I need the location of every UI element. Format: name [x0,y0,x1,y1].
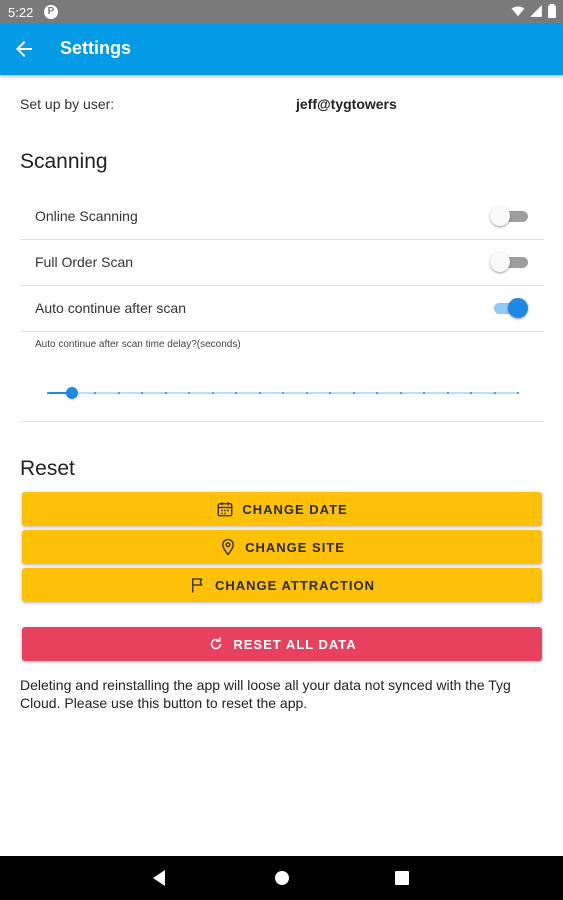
toggle-label: Full Order Scan [35,254,134,270]
section-divider [20,421,544,422]
status-time: 5:22 [8,5,34,20]
toggle-row-online-scanning[interactable]: Online Scanning [20,193,544,240]
slider-tick [376,392,378,394]
system-icons [511,4,557,18]
system-navigation-bar [0,856,563,900]
cellular-signal-icon [530,5,542,17]
slider-tick [399,392,402,394]
toggle-row-full-order-scan[interactable]: Full Order Scan [20,239,544,286]
slider-tick [258,392,261,394]
full-order-scan-switch[interactable] [490,252,528,272]
toggle-label: Online Scanning [35,208,138,224]
slider-tick [423,392,425,394]
flag-icon [192,578,203,593]
slider-tick [517,392,519,394]
slider-tick [282,392,284,394]
slider-tick [211,392,214,394]
setup-user-label: Set up by user: [20,96,115,112]
switch-thumb [490,252,510,272]
nav-recents-icon[interactable] [392,868,412,888]
slider-tick [47,392,49,394]
slider-tick [446,392,449,394]
status-bar: 5:22 P [0,0,563,24]
change-date-button[interactable]: CHANGE DATE [22,492,542,526]
slider-tick [164,392,167,394]
auto-continue-delay-slider[interactable] [47,384,519,402]
slider-tick [305,392,308,394]
slider-tick [470,392,472,394]
reset-info-text: Deleting and reinstalling the app will l… [20,677,511,711]
arrow-back-icon[interactable] [12,37,36,61]
refresh-icon [211,637,222,650]
nav-back-icon[interactable] [150,868,170,888]
slider-tick [94,392,96,394]
app-bar: Settings [0,24,563,75]
switch-thumb [508,298,528,318]
slider-tick [235,392,237,394]
button-label: RESET ALL DATA [233,636,357,652]
reset-section-title: Reset [20,457,75,480]
slider-tick [352,392,355,394]
button-label: CHANGE DATE [242,501,348,517]
wifi-icon [511,6,525,17]
change-attraction-button[interactable]: CHANGE ATTRACTION [22,568,542,602]
slider-tick [493,392,496,394]
reset-all-data-button[interactable]: RESET ALL DATA [22,627,542,661]
slider-caption: Auto continue after scan time delay?(sec… [35,339,241,350]
setup-user-value: jeff@tygtowers [296,96,397,112]
notification-app-icon: P [44,5,58,19]
button-label: CHANGE ATTRACTION [215,577,375,593]
slider-tick [141,392,143,394]
auto-continue-switch[interactable] [494,298,528,318]
toggle-label: Auto continue after scan [35,300,186,316]
battery-icon [548,4,556,18]
change-site-button[interactable]: CHANGE SITE [22,530,542,564]
location-pin-icon [222,538,235,556]
slider-tick [329,392,331,394]
online-scanning-switch[interactable] [490,206,528,226]
button-label: CHANGE SITE [245,539,345,555]
page-title: Settings [60,38,132,58]
scanning-section-title: Scanning [20,150,108,173]
switch-thumb [490,206,510,226]
slider-tick [117,392,120,394]
slider-tick [188,392,190,394]
slider-thumb[interactable] [65,387,78,399]
toggle-row-auto-continue[interactable]: Auto continue after scan [20,285,544,332]
nav-home-icon[interactable] [272,868,292,888]
calendar-icon [217,502,233,517]
